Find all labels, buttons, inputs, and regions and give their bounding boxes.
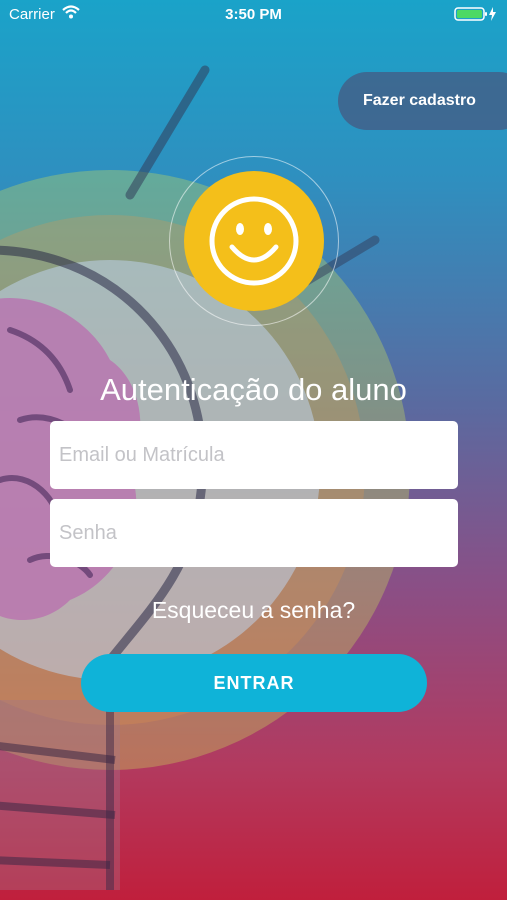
- battery-icon: [454, 6, 498, 26]
- login-button[interactable]: ENTRAR: [81, 654, 427, 712]
- email-input[interactable]: [50, 421, 458, 489]
- login-screen: Carrier 3:50 PM Fazer cadastro Autentica…: [0, 0, 507, 900]
- avatar: [184, 171, 324, 311]
- status-time: 3:50 PM: [225, 6, 282, 23]
- forgot-password-link[interactable]: Esqueceu a senha?: [0, 597, 507, 624]
- page-title: Autenticação do aluno: [100, 372, 407, 407]
- status-bar: Carrier 3:50 PM: [0, 0, 507, 30]
- smiley-face-icon: [209, 196, 299, 286]
- password-input[interactable]: [50, 499, 458, 567]
- charging-bolt-icon: [489, 7, 496, 21]
- register-button[interactable]: Fazer cadastro: [338, 72, 507, 130]
